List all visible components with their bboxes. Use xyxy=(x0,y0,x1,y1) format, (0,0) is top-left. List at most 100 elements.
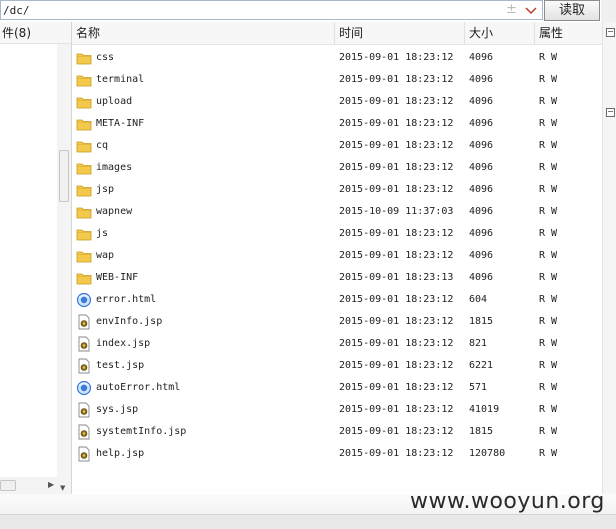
file-name: envInfo.jsp xyxy=(96,316,163,327)
file-rows: css 2015-09-01 18:23:12 4096 R W terminal 201… xyxy=(72,47,602,465)
left-panel-header: 件(8) xyxy=(0,22,71,44)
file-size: 1815 xyxy=(469,426,494,437)
collapse-icon[interactable]: − xyxy=(606,108,615,117)
file-attr: R W xyxy=(539,96,558,107)
watermark: www.wooyun.org xyxy=(410,489,605,514)
file-name: js xyxy=(96,228,109,239)
file-time: 2015-09-01 18:23:12 xyxy=(339,316,454,327)
file-list-header: 名称 时间 大小 属性 xyxy=(72,22,602,45)
table-row[interactable]: autoError.html 2015-09-01 18:23:12 571 R W xyxy=(72,377,602,399)
file-name: autoError.html xyxy=(96,382,181,393)
file-attr: R W xyxy=(539,272,558,283)
html-file-icon xyxy=(76,380,92,396)
file-size: 571 xyxy=(469,382,488,393)
file-time: 2015-09-01 18:23:12 xyxy=(339,118,454,129)
plus-icon[interactable]: ± xyxy=(506,2,517,17)
scroll-right-icon[interactable]: ▶ xyxy=(48,480,54,489)
left-horizontal-scrollbar[interactable]: ▶ xyxy=(0,477,57,494)
file-name: wapnew xyxy=(96,206,133,217)
table-row[interactable]: META-INF 2015-09-01 18:23:12 4096 R W xyxy=(72,113,602,135)
file-attr: R W xyxy=(539,250,558,261)
file-attr: R W xyxy=(539,74,558,85)
column-header-name[interactable]: 名称 xyxy=(72,22,335,44)
table-row[interactable]: help.jsp 2015-09-01 18:23:12 120780 R W xyxy=(72,443,602,465)
file-name: help.jsp xyxy=(96,448,145,459)
file-name: wap xyxy=(96,250,115,261)
path-bar[interactable]: /dc/ ± xyxy=(0,0,543,20)
file-time: 2015-09-01 18:23:12 xyxy=(339,360,454,371)
table-row[interactable]: WEB-INF 2015-09-01 18:23:13 4096 R W xyxy=(72,267,602,289)
file-name: css xyxy=(96,52,115,63)
table-row[interactable]: test.jsp 2015-09-01 18:23:12 6221 R W xyxy=(72,355,602,377)
folder-icon xyxy=(76,248,92,264)
left-vscroll-thumb[interactable] xyxy=(59,150,69,202)
file-size: 4096 xyxy=(469,140,494,151)
folder-icon xyxy=(76,116,92,132)
file-attr: R W xyxy=(539,118,558,129)
table-row[interactable]: jsp 2015-09-01 18:23:12 4096 R W xyxy=(72,179,602,201)
file-attr: R W xyxy=(539,404,558,415)
jsp-file-icon xyxy=(76,358,92,374)
table-row[interactable]: systemtInfo.jsp 2015-09-01 18:23:12 1815 R … xyxy=(72,421,602,443)
table-row[interactable]: sys.jsp 2015-09-01 18:23:12 41019 R W xyxy=(72,399,602,421)
file-name: terminal xyxy=(96,74,145,85)
file-time: 2015-09-01 18:23:12 xyxy=(339,250,454,261)
bottom-bar xyxy=(0,514,616,529)
file-attr: R W xyxy=(539,52,558,63)
table-row[interactable]: wap 2015-09-01 18:23:12 4096 R W xyxy=(72,245,602,267)
file-name: WEB-INF xyxy=(96,272,139,283)
read-button[interactable]: 读取 xyxy=(544,0,600,21)
file-attr: R W xyxy=(539,448,558,459)
file-attr: R W xyxy=(539,140,558,151)
file-attr: R W xyxy=(539,228,558,239)
file-time: 2015-09-01 18:23:13 xyxy=(339,272,454,283)
file-size: 1815 xyxy=(469,316,494,327)
file-attr: R W xyxy=(539,426,558,437)
table-row[interactable]: terminal 2015-09-01 18:23:12 4096 R W xyxy=(72,69,602,91)
file-attr: R W xyxy=(539,338,558,349)
file-size: 4096 xyxy=(469,206,494,217)
file-size: 821 xyxy=(469,338,488,349)
column-header-time[interactable]: 时间 xyxy=(335,22,465,44)
file-name: images xyxy=(96,162,133,173)
table-row[interactable]: css 2015-09-01 18:23:12 4096 R W xyxy=(72,47,602,69)
file-time: 2015-10-09 11:37:03 xyxy=(339,206,454,217)
folder-icon xyxy=(76,138,92,154)
collapse-icon[interactable]: − xyxy=(606,28,615,37)
file-size: 41019 xyxy=(469,404,500,415)
file-time: 2015-09-01 18:23:12 xyxy=(339,448,454,459)
table-row[interactable]: wapnew 2015-10-09 11:37:03 4096 R W xyxy=(72,201,602,223)
file-name: systemtInfo.jsp xyxy=(96,426,187,437)
table-row[interactable]: envInfo.jsp 2015-09-01 18:23:12 1815 R W xyxy=(72,311,602,333)
table-row[interactable]: images 2015-09-01 18:23:12 4096 R W xyxy=(72,157,602,179)
file-name: test.jsp xyxy=(96,360,145,371)
path-input[interactable]: /dc/ xyxy=(3,4,30,17)
table-row[interactable]: upload 2015-09-01 18:23:12 4096 R W xyxy=(72,91,602,113)
column-header-size[interactable]: 大小 xyxy=(465,22,535,44)
table-row[interactable]: index.jsp 2015-09-01 18:23:12 821 R W xyxy=(72,333,602,355)
chevron-down-icon[interactable] xyxy=(523,1,539,19)
column-header-attr[interactable]: 属性 xyxy=(535,22,602,44)
html-file-icon xyxy=(76,292,92,308)
file-name: jsp xyxy=(96,184,115,195)
file-size: 4096 xyxy=(469,162,494,173)
left-hscroll-thumb[interactable] xyxy=(0,480,16,491)
file-name: sys.jsp xyxy=(96,404,139,415)
table-row[interactable]: cq 2015-09-01 18:23:12 4096 R W xyxy=(72,135,602,157)
left-vertical-scrollbar[interactable]: ▼ xyxy=(57,44,71,494)
folder-icon xyxy=(76,160,92,176)
file-attr: R W xyxy=(539,316,558,327)
top-right-area xyxy=(601,0,616,22)
scroll-down-icon[interactable]: ▼ xyxy=(60,484,65,492)
table-row[interactable]: error.html 2015-09-01 18:23:12 604 R W xyxy=(72,289,602,311)
file-size: 4096 xyxy=(469,272,494,283)
file-time: 2015-09-01 18:23:12 xyxy=(339,162,454,173)
file-size: 4096 xyxy=(469,118,494,129)
file-attr: R W xyxy=(539,184,558,195)
file-attr: R W xyxy=(539,360,558,371)
file-size: 6221 xyxy=(469,360,494,371)
file-attr: R W xyxy=(539,382,558,393)
file-size: 604 xyxy=(469,294,488,305)
table-row[interactable]: js 2015-09-01 18:23:12 4096 R W xyxy=(72,223,602,245)
file-time: 2015-09-01 18:23:12 xyxy=(339,294,454,305)
